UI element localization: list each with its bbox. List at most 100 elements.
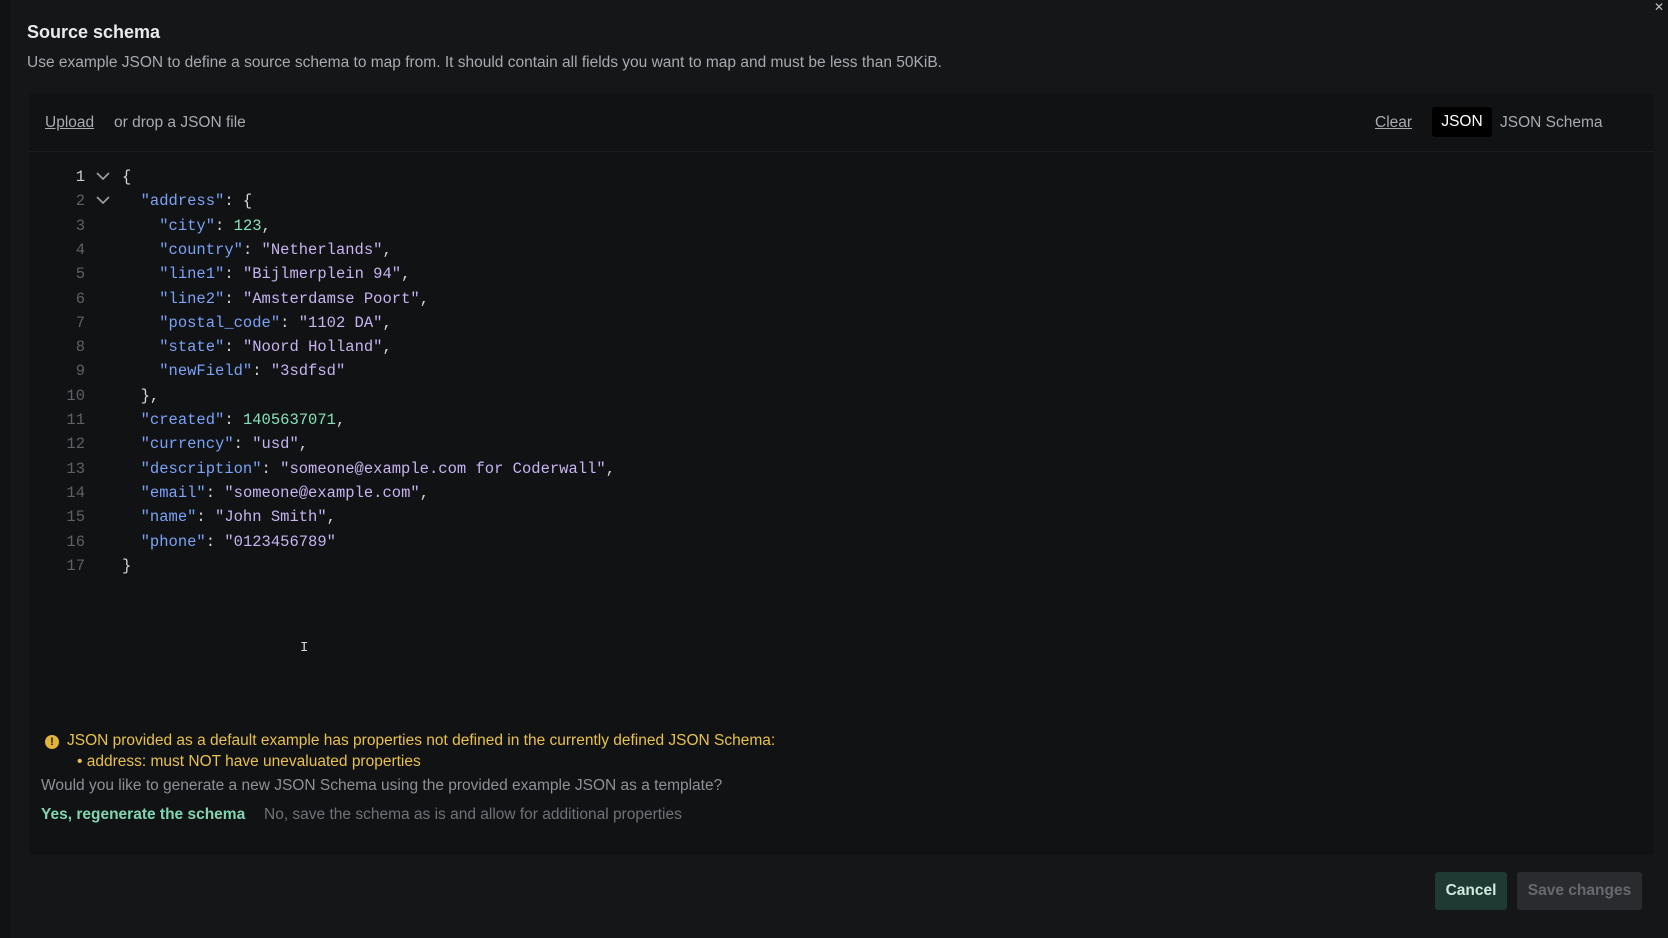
code-editor[interactable]: 1{2 "address": {3 "city": 123, 4 "country…: [29, 165, 1654, 605]
line-number: 8: [75, 338, 85, 357]
json-punct: :: [252, 362, 271, 381]
json-punct: :: [224, 338, 243, 357]
line-number: 14: [66, 483, 85, 502]
json-punct: [122, 217, 159, 235]
json-punct: ,: [326, 508, 336, 527]
code-line: 9 "newField": "3sdfsd": [29, 359, 1629, 383]
keep-schema-button[interactable]: No, save the schema as is and allow for …: [264, 806, 682, 824]
fold-chevron-icon[interactable]: [95, 165, 111, 189]
warning-detail: • address: must NOT have unevaluated pro…: [77, 753, 421, 770]
json-key: "newField": [159, 362, 253, 381]
code-text: "name": "John Smith",: [122, 505, 336, 529]
json-key: "address": [140, 192, 225, 211]
json-punct: [122, 533, 141, 551]
json-key: "created": [140, 411, 225, 429]
json-punct: [122, 411, 141, 429]
json-string: "usd": [252, 435, 299, 454]
json-punct: [122, 338, 159, 356]
json-string: "3sdfsd": [270, 362, 346, 381]
line-number: 11: [66, 411, 85, 429]
json-punct: :: [233, 435, 253, 454]
json-punct: [122, 484, 141, 502]
json-punct: ,: [382, 313, 392, 332]
code-text: "currency": "usd",: [122, 432, 308, 456]
code-text: "address": {: [122, 189, 253, 213]
json-punct: ,: [335, 411, 346, 429]
modal-description: Use example JSON to define a source sche…: [27, 54, 942, 71]
code-text: "newField": "3sdfsd": [122, 359, 345, 383]
code-text: "line2": "Amsterdamse Poort",: [122, 287, 429, 311]
line-number: 13: [66, 459, 85, 478]
json-punct: :: [280, 313, 299, 332]
json-number: 123: [233, 216, 262, 235]
tab-json-schema[interactable]: JSON Schema: [1500, 114, 1603, 132]
json-punct: [122, 362, 159, 380]
code-text: "email": "someone@example.com",: [122, 481, 429, 505]
text-cursor-icon: I: [300, 640, 309, 656]
code-text: "state": "Noord Holland",: [122, 335, 392, 359]
json-key: "city": [159, 216, 216, 235]
json-punct: ,: [419, 289, 429, 308]
json-punct: [122, 460, 141, 478]
code-text: },: [122, 384, 160, 408]
code-line: 12 "currency": "usd",: [29, 432, 1629, 456]
json-punct: : {: [224, 192, 253, 211]
json-punct: :: [224, 289, 243, 308]
json-key: "phone": [140, 532, 206, 551]
tab-json[interactable]: JSON: [1432, 107, 1492, 137]
json-string: "0123456789": [224, 532, 336, 551]
json-string: "Amsterdamse Poort": [242, 289, 420, 308]
json-string: "Noord Holland": [242, 338, 383, 357]
json-punct: ,: [261, 216, 271, 235]
json-punct: {: [122, 168, 132, 186]
code-text: "description": "someone@example.com for …: [122, 457, 615, 481]
save-changes-button[interactable]: Save changes: [1517, 872, 1642, 910]
code-line: 1{: [29, 165, 1629, 189]
upload-link[interactable]: Upload: [45, 114, 94, 132]
code-text: "city": 123,: [122, 214, 271, 238]
code-line: 7 "postal_code": "1102 DA",: [29, 311, 1629, 335]
json-punct: ,: [401, 265, 411, 284]
json-string: "John Smith": [215, 508, 327, 527]
json-punct: ,: [419, 483, 429, 502]
code-line: 5 "line1": "Bijlmerplein 94",: [29, 262, 1629, 286]
close-icon[interactable]: ✕: [1652, 0, 1666, 14]
json-punct: ,: [382, 338, 392, 357]
json-punct: [122, 435, 141, 453]
warning-icon: !: [45, 735, 59, 749]
line-number: 7: [75, 313, 85, 332]
json-punct: :: [205, 532, 225, 551]
json-punct: :: [261, 459, 281, 478]
code-line: 17}: [29, 554, 1629, 578]
json-punct: [122, 314, 159, 332]
line-number: 1: [75, 168, 85, 186]
json-string: "Netherlands": [261, 240, 383, 259]
cancel-button[interactable]: Cancel: [1435, 872, 1507, 910]
code-line: 10 },: [29, 384, 1629, 408]
code-line: 14 "email": "someone@example.com",: [29, 481, 1629, 505]
line-number: 15: [66, 508, 85, 527]
json-punct: ,: [382, 240, 392, 259]
line-number: 3: [75, 216, 85, 235]
line-number: 9: [75, 362, 85, 381]
editor-toolbar: Upload or drop a JSON file Clear JSON JS…: [29, 93, 1654, 152]
json-key: "postal_code": [159, 313, 281, 332]
fold-chevron-icon[interactable]: [95, 189, 111, 213]
json-punct: ,: [605, 459, 616, 478]
regenerate-schema-button[interactable]: Yes, regenerate the schema: [41, 806, 245, 824]
code-text: "created": 1405637071,: [122, 408, 346, 432]
json-string: "someone@example.com": [224, 483, 420, 502]
modal-title: Source schema: [27, 22, 161, 42]
code-line: 8 "state": "Noord Holland",: [29, 335, 1629, 359]
line-number: 5: [75, 265, 85, 284]
json-key: "email": [140, 483, 206, 502]
code-line: 13 "description": "someone@example.com f…: [29, 457, 1629, 481]
json-key: "name": [140, 508, 197, 527]
clear-button[interactable]: Clear: [1375, 114, 1412, 132]
code-text: "country": "Netherlands",: [122, 238, 392, 262]
json-key: "line1": [159, 265, 225, 284]
json-string: "someone@example.com for Coderwall": [280, 459, 606, 478]
json-string: "Bijlmerplein 94": [242, 265, 402, 284]
json-punct: [122, 265, 159, 283]
code-line: 6 "line2": "Amsterdamse Poort",: [29, 287, 1629, 311]
